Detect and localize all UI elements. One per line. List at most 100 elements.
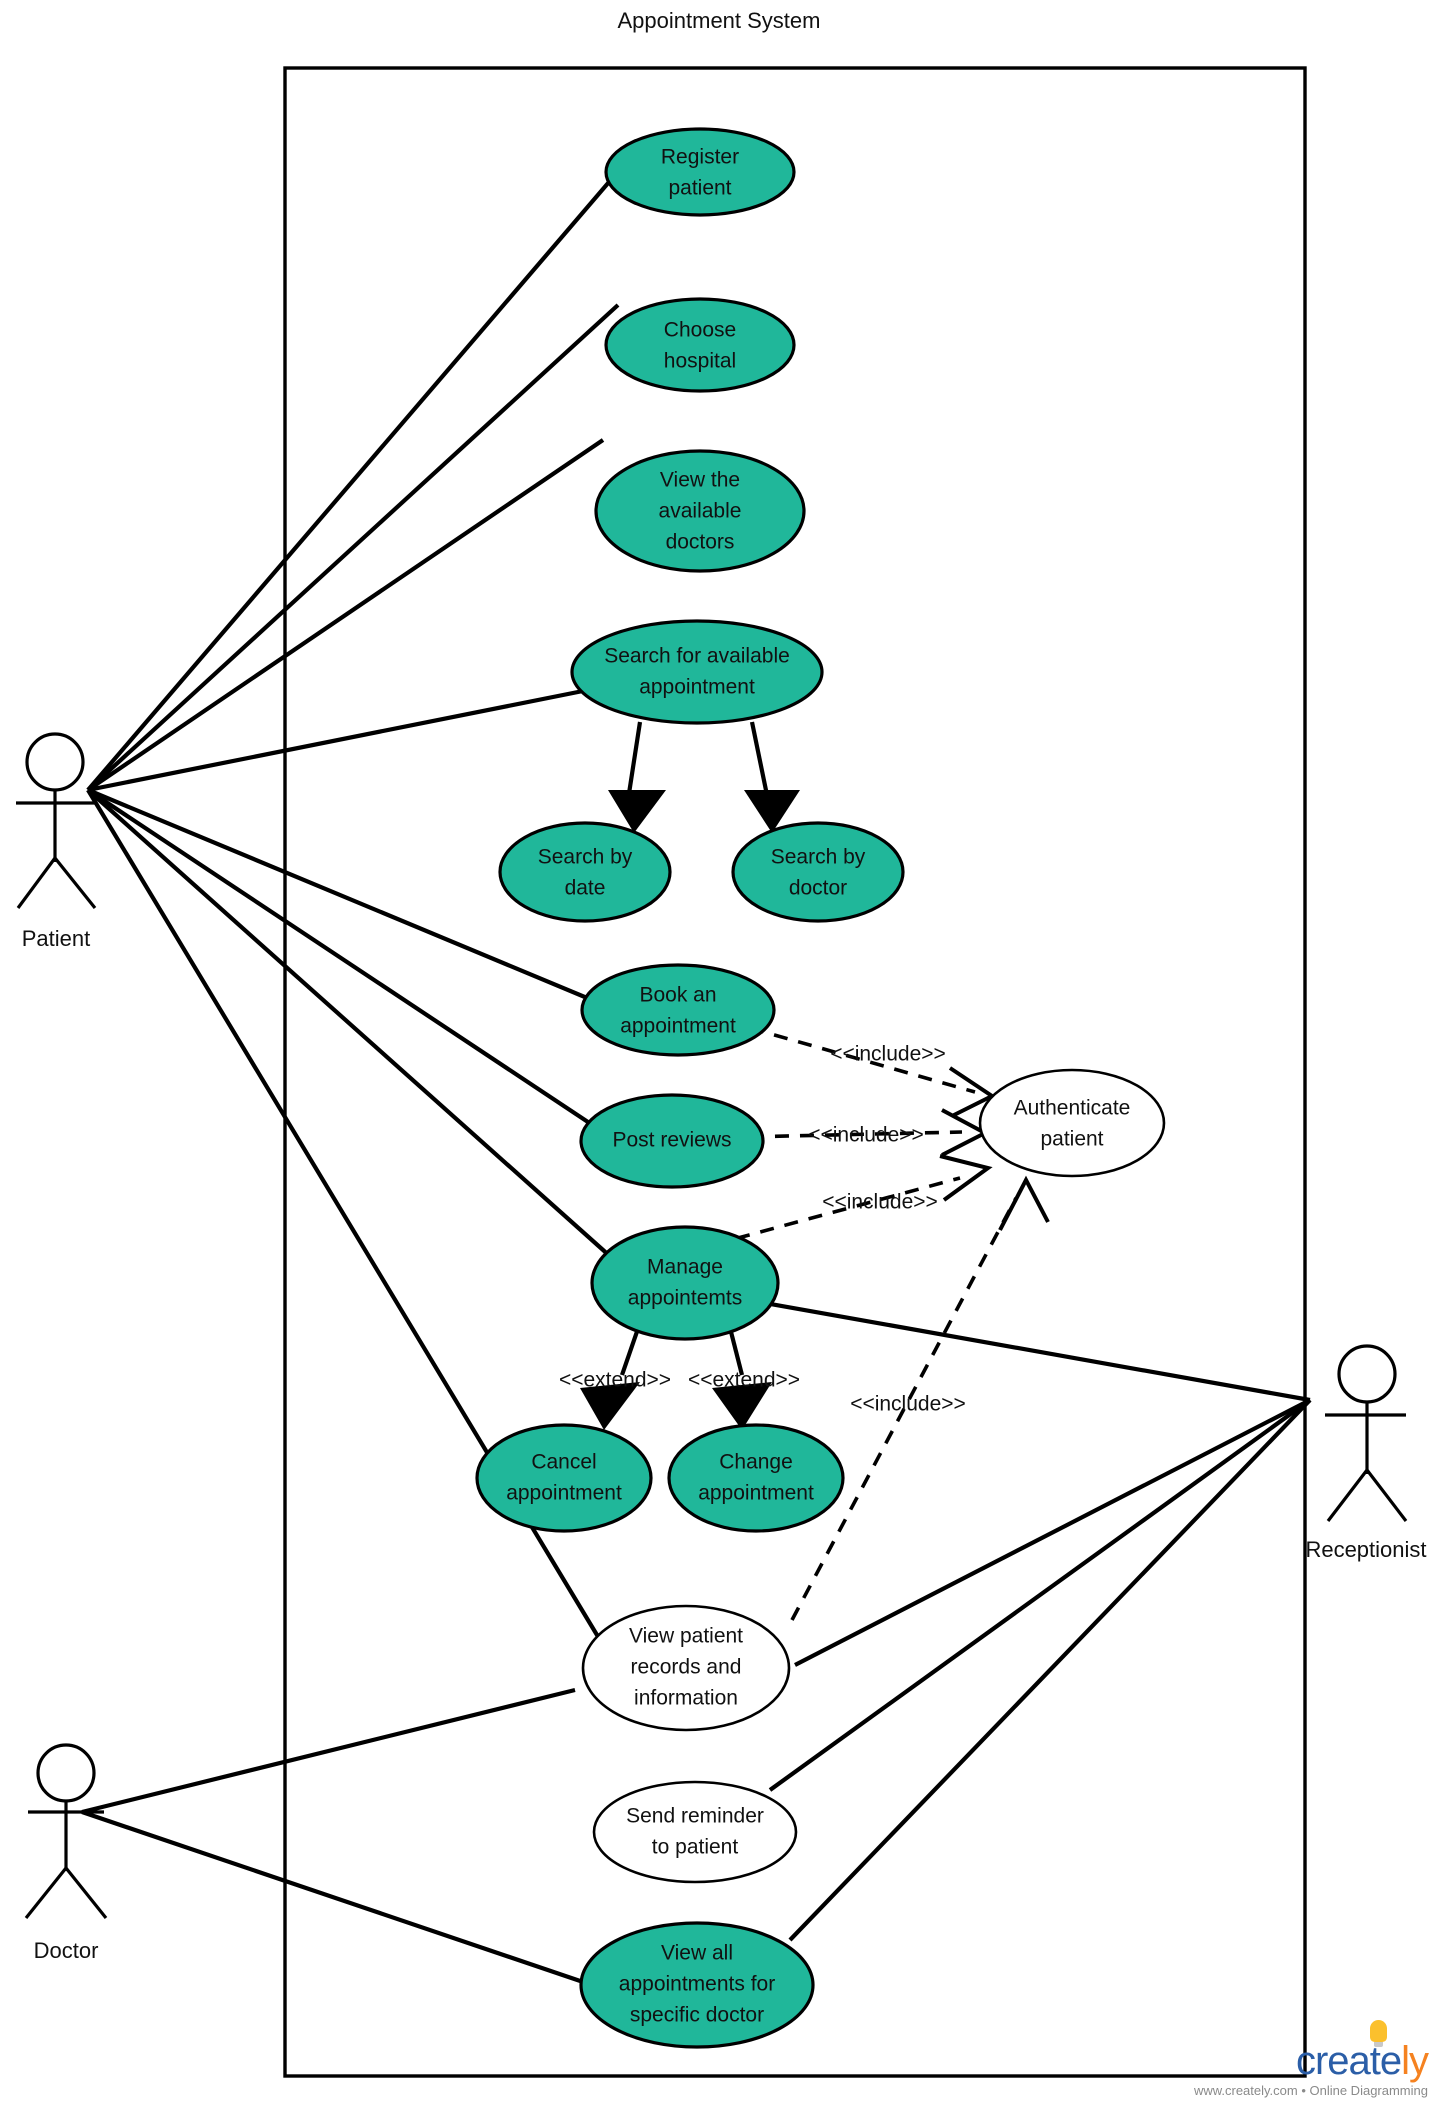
actor-doctor[interactable]: Doctor bbox=[24, 1743, 108, 1963]
include-arrowhead-records bbox=[998, 1175, 1050, 1231]
stereotype-include-manage: <<include>> bbox=[822, 1191, 938, 1214]
include-arrowhead-post bbox=[941, 1108, 990, 1157]
use-case-label-line-2: date bbox=[565, 877, 606, 900]
use-case-label-line-1: Search by bbox=[538, 846, 633, 869]
assoc-receptionist-send-reminder bbox=[768, 1398, 1312, 1792]
use-case-label-line-2: to patient bbox=[652, 1836, 739, 1859]
use-case-ellipse[interactable] bbox=[667, 1423, 845, 1533]
use-case-label-line-1: Send reminder bbox=[626, 1805, 764, 1828]
actor-leg-left-icon bbox=[24, 1867, 68, 1919]
use-case-cancel-appointment[interactable]: Cancel appointment bbox=[475, 1423, 653, 1533]
use-case-search-available-appointment[interactable]: Search for available appointment bbox=[570, 619, 824, 725]
creately-tagline: www.creately.com • Online Diagramming bbox=[1193, 2083, 1428, 2098]
use-case-search-by-date[interactable]: Search by date bbox=[498, 821, 672, 923]
use-case-search-by-doctor[interactable]: Search by doctor bbox=[731, 821, 905, 923]
actor-head-icon bbox=[1337, 1344, 1397, 1404]
stereotype-include-post: <<include>> bbox=[808, 1124, 924, 1147]
use-case-authenticate-patient[interactable]: Authenticate patient bbox=[978, 1068, 1166, 1178]
use-case-label-line-1: Change bbox=[719, 1451, 793, 1474]
use-case-label-line-1: Manage bbox=[647, 1256, 723, 1279]
include-arrowhead-manage bbox=[939, 1154, 993, 1202]
actor-patient[interactable]: Patient bbox=[16, 732, 97, 951]
use-case-diagram-canvas: Appointment System Register patient Choo… bbox=[0, 0, 1438, 2106]
use-case-label-line-1: Cancel bbox=[531, 1451, 596, 1474]
use-case-ellipse[interactable] bbox=[604, 127, 796, 217]
assoc-patient-choose-hospital bbox=[86, 303, 620, 792]
diagram-svg: Appointment System Register patient Choo… bbox=[16, 8, 1427, 2078]
use-case-label-line-2: appointemts bbox=[628, 1287, 742, 1310]
creately-brand-second: ly bbox=[1401, 2039, 1429, 2083]
use-case-label-line-1: Post reviews bbox=[612, 1129, 731, 1152]
actor-leg-right-icon bbox=[53, 857, 97, 909]
use-case-label-line-2: appointment bbox=[506, 1482, 622, 1505]
use-case-ellipse[interactable] bbox=[590, 1225, 780, 1341]
assoc-receptionist-view-all-appointments bbox=[788, 1398, 1312, 1942]
use-case-label-line-2: appointments for bbox=[619, 1973, 775, 1996]
use-case-label-line-2: appointment bbox=[698, 1482, 814, 1505]
use-case-ellipse[interactable] bbox=[580, 963, 776, 1057]
use-case-label-line-2: records and bbox=[631, 1656, 742, 1679]
use-case-book-appointment[interactable]: Book an appointment bbox=[580, 963, 776, 1057]
system-boundary-box bbox=[283, 66, 1307, 2078]
use-case-label-line-1: Book an bbox=[639, 984, 716, 1007]
use-case-view-available-doctors[interactable]: View the available doctors bbox=[594, 449, 806, 573]
use-case-post-reviews[interactable]: Post reviews bbox=[579, 1093, 765, 1189]
creately-watermark: creately www.creately.com • Online Diagr… bbox=[1193, 2020, 1429, 2098]
use-case-label-line-1: Search for available bbox=[604, 645, 790, 668]
use-case-ellipse[interactable] bbox=[604, 297, 796, 393]
use-case-manage-appointemts[interactable]: Manage appointemts bbox=[590, 1225, 780, 1341]
use-case-label-line-2: hospital bbox=[664, 350, 736, 373]
use-case-label-line-2: appointment bbox=[639, 676, 755, 699]
use-case-label-line-2: patient bbox=[668, 177, 731, 200]
actor-head-icon bbox=[36, 1743, 96, 1803]
use-case-change-appointment[interactable]: Change appointment bbox=[667, 1423, 845, 1533]
use-case-label-line-3: doctors bbox=[666, 531, 735, 554]
use-case-ellipse[interactable] bbox=[570, 619, 824, 725]
actor-label: Receptionist bbox=[1305, 1537, 1426, 1562]
assoc-doctor-view-records bbox=[81, 1687, 576, 1815]
use-case-label-line-1: View all bbox=[661, 1942, 733, 1965]
actor-leg-left-icon bbox=[1326, 1469, 1369, 1522]
use-case-label-line-2: patient bbox=[1040, 1128, 1103, 1151]
stereotype-include-records: <<include>> bbox=[850, 1393, 966, 1416]
gen-line-search-doctor bbox=[749, 721, 771, 801]
creately-logo: creately bbox=[1194, 2020, 1429, 2083]
actor-leg-right-icon bbox=[64, 1867, 108, 1919]
actor-leg-left-icon bbox=[16, 857, 57, 909]
use-case-ellipse[interactable] bbox=[978, 1068, 1166, 1178]
use-case-send-reminder[interactable]: Send reminder to patient bbox=[592, 1780, 798, 1884]
use-case-ellipse[interactable] bbox=[475, 1423, 653, 1533]
use-case-choose-hospital[interactable]: Choose hospital bbox=[604, 297, 796, 393]
stereotype-extend-change: <<extend>> bbox=[688, 1369, 800, 1392]
stereotype-include-book: <<include>> bbox=[830, 1043, 946, 1066]
assoc-receptionist-view-records bbox=[794, 1398, 1311, 1667]
use-case-view-patient-records[interactable]: View patient records and information bbox=[581, 1604, 791, 1732]
gen-line-search-date bbox=[625, 721, 643, 801]
generalization-arrows bbox=[608, 721, 800, 833]
stereotype-extend-cancel: <<extend>> bbox=[559, 1369, 671, 1392]
use-case-label-line-1: Register bbox=[661, 146, 739, 169]
use-case-label-line-1: View the bbox=[660, 469, 740, 492]
use-case-ellipse[interactable] bbox=[592, 1780, 798, 1884]
assoc-patient-register bbox=[86, 173, 617, 792]
actor-receptionist[interactable]: Receptionist bbox=[1305, 1344, 1427, 1562]
system-title: Appointment System bbox=[618, 8, 821, 33]
use-case-label-line-3: information bbox=[634, 1687, 738, 1710]
use-case-ellipse[interactable] bbox=[731, 821, 905, 923]
actor-leg-right-icon bbox=[1365, 1469, 1408, 1522]
use-case-label-line-1: View patient bbox=[629, 1625, 743, 1648]
actor-head-icon bbox=[25, 732, 85, 792]
assoc-doctor-view-all-appointments bbox=[81, 1810, 593, 1987]
use-case-register-patient[interactable]: Register patient bbox=[604, 127, 796, 217]
use-case-view-all-appointments-specific-doctor[interactable]: View all appointments for specific docto… bbox=[579, 1921, 815, 2049]
use-case-label-line-3: specific doctor bbox=[630, 2004, 764, 2027]
use-case-label-line-1: Search by bbox=[771, 846, 866, 869]
use-case-ellipse[interactable] bbox=[498, 821, 672, 923]
actor-label: Doctor bbox=[34, 1938, 99, 1963]
use-case-label-line-1: Authenticate bbox=[1014, 1097, 1131, 1120]
use-case-label-line-1: Choose bbox=[664, 319, 736, 342]
creately-brand-first: create bbox=[1295, 2039, 1402, 2083]
use-case-label-line-2: doctor bbox=[789, 877, 847, 900]
use-case-label-line-2: available bbox=[659, 500, 742, 523]
lightbulb-icon bbox=[1370, 2020, 1387, 2047]
